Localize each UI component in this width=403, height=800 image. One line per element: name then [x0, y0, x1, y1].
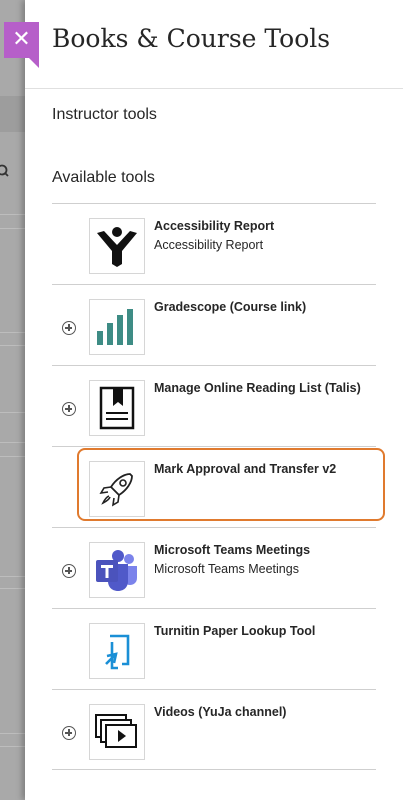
rocket-icon	[99, 473, 133, 507]
tool-row-reading-list: Manage Online Reading List (Talis)	[52, 365, 376, 446]
tool-row-mark-approval: Mark Approval and Transfer v2	[52, 446, 376, 527]
tool-thumbnail[interactable]	[89, 704, 145, 760]
background-divider	[0, 332, 25, 333]
expand-plus-icon[interactable]	[62, 726, 76, 740]
background-divider	[0, 345, 25, 346]
background-band	[0, 96, 25, 132]
search-icon	[0, 164, 9, 177]
panel-title: Books & Course Tools	[52, 24, 331, 53]
accessibility-icon	[97, 227, 137, 267]
expand-plus-icon[interactable]	[62, 402, 76, 416]
background-divider	[0, 214, 25, 215]
gradescope-icon	[97, 309, 133, 345]
teams-icon	[96, 550, 137, 591]
tool-subtitle: Microsoft Teams Meetings	[154, 562, 299, 576]
tool-thumbnail[interactable]	[89, 461, 145, 517]
background-divider	[0, 412, 25, 413]
close-button[interactable]: ✕	[4, 22, 39, 58]
tool-thumbnail[interactable]	[89, 542, 145, 598]
background-divider	[0, 588, 25, 589]
expand-plus-icon[interactable]	[62, 564, 76, 578]
tool-row-accessibility-report: Accessibility Report Accessibility Repor…	[52, 203, 376, 284]
tool-name[interactable]: Gradescope (Course link)	[154, 300, 306, 314]
close-icon: ✕	[12, 27, 31, 52]
tool-name[interactable]: Accessibility Report	[154, 219, 274, 233]
background-page	[0, 0, 25, 800]
tool-thumbnail[interactable]	[89, 218, 145, 274]
tool-name[interactable]: Videos (YuJa channel)	[154, 705, 286, 719]
tool-subtitle: Accessibility Report	[154, 238, 264, 252]
background-divider	[0, 733, 25, 734]
tool-name[interactable]: Mark Approval and Transfer v2	[154, 462, 336, 476]
section-available-tools: Available tools	[52, 169, 155, 186]
header-divider	[25, 88, 403, 89]
background-divider	[0, 576, 25, 577]
tool-row-videos: Videos (YuJa channel)	[52, 689, 376, 770]
tool-thumbnail[interactable]	[89, 380, 145, 436]
tool-row-turnitin: Turnitin Paper Lookup Tool	[52, 608, 376, 689]
background-divider	[0, 228, 25, 229]
turnitin-icon	[105, 634, 130, 670]
reading-list-icon	[99, 386, 135, 430]
tool-thumbnail[interactable]	[89, 623, 145, 679]
tool-name[interactable]: Manage Online Reading List (Talis)	[154, 381, 361, 395]
background-divider	[0, 456, 25, 457]
video-icon	[95, 714, 137, 748]
background-divider	[0, 442, 25, 443]
tool-row-gradescope: Gradescope (Course link)	[52, 284, 376, 365]
tool-row-teams: Microsoft Teams Meetings Microsoft Teams…	[52, 527, 376, 608]
close-button-tab	[29, 58, 39, 68]
tool-name[interactable]: Microsoft Teams Meetings	[154, 543, 310, 557]
tool-name[interactable]: Turnitin Paper Lookup Tool	[154, 624, 315, 638]
background-divider	[0, 746, 25, 747]
section-instructor-tools: Instructor tools	[52, 106, 157, 123]
expand-plus-icon[interactable]	[62, 321, 76, 335]
tool-thumbnail[interactable]	[89, 299, 145, 355]
